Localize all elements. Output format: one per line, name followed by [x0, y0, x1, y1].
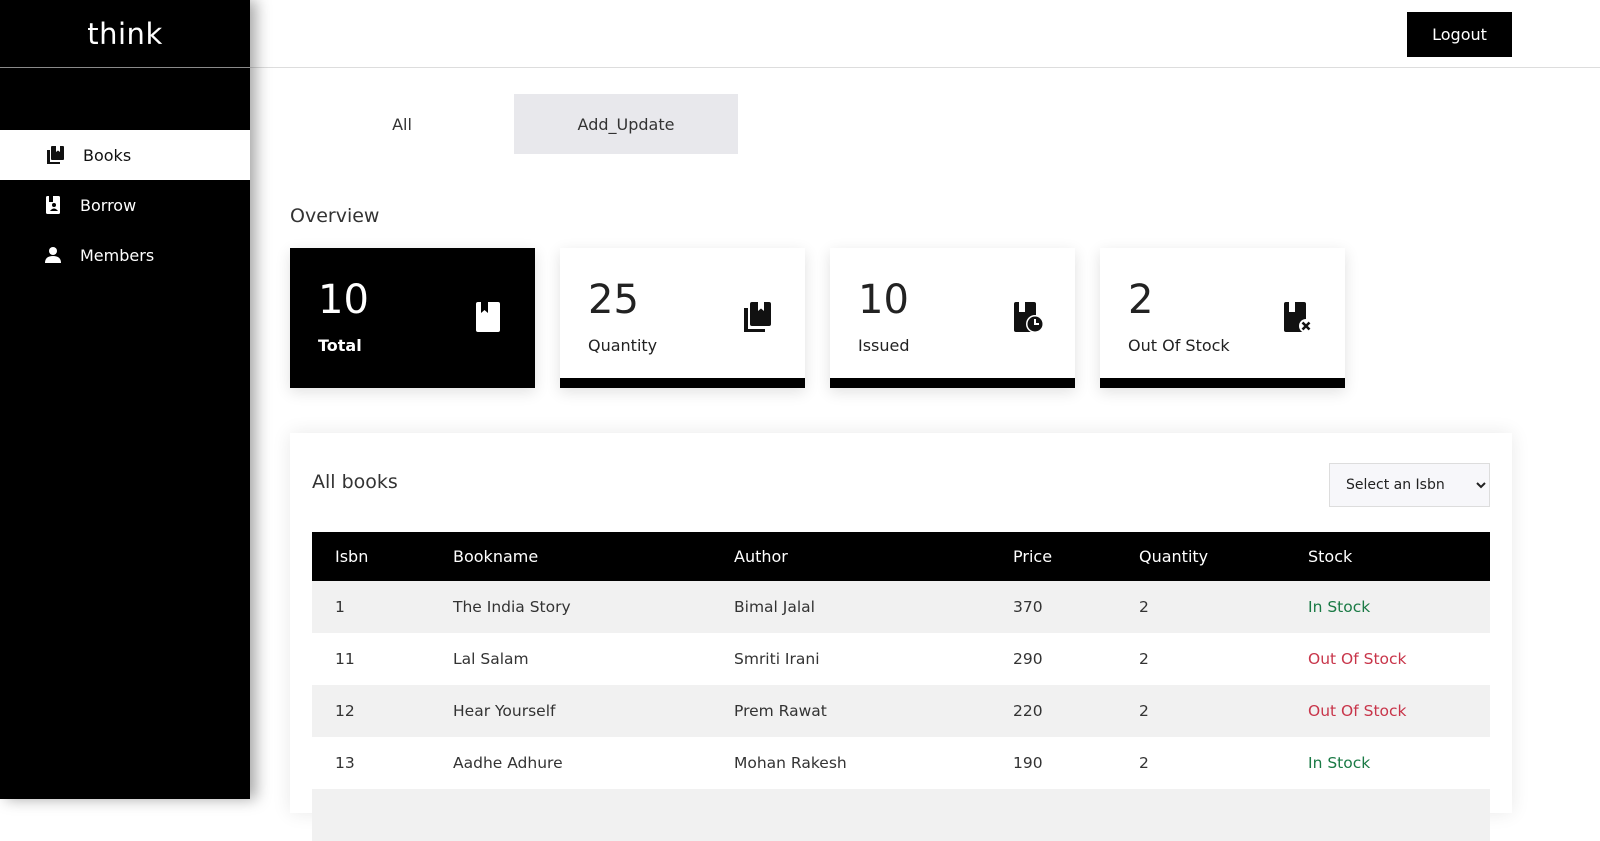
stat-card-issued: 10 Issued: [830, 248, 1075, 388]
sidebar-item-books[interactable]: Books: [0, 130, 250, 180]
table-row: 11 Lal Salam Smriti Irani 290 2 Out Of S…: [312, 633, 1490, 685]
column-header-price: Price: [1013, 547, 1053, 566]
table-row: 12 Hear Yourself Prem Rawat 220 2 Out Of…: [312, 685, 1490, 737]
column-header-stock: Stock: [1308, 547, 1353, 566]
cell-stock: Out Of Stock: [1308, 650, 1407, 668]
books-title: All books: [312, 471, 398, 493]
sidebar-item-label: Members: [80, 245, 155, 265]
sidebar: think Books Borrow Members: [0, 0, 250, 799]
stat-label: Out Of Stock: [1128, 336, 1230, 355]
tab-add-update[interactable]: Add_Update: [514, 94, 738, 154]
stat-card-total: 10 Total: [290, 248, 535, 388]
table-header-row: Isbn Bookname Author Price Quantity Stoc…: [312, 532, 1490, 581]
stat-card-out-of-stock: 2 Out Of Stock: [1100, 248, 1345, 388]
books-panel: All books Select an Isbn Isbn Bookname A…: [290, 433, 1512, 841]
cell-bookname: Hear Yourself: [453, 702, 556, 720]
cell-bookname: The India Story: [453, 598, 571, 616]
table-row: 13 Aadhe Adhure Mohan Rakesh 190 2 In St…: [312, 737, 1490, 789]
cell-bookname: Lal Salam: [453, 650, 529, 668]
book-x-icon: [1281, 300, 1315, 334]
cell-author: Mohan Rakesh: [734, 754, 847, 772]
cell-price: 220: [1013, 702, 1043, 720]
stat-label: Issued: [858, 336, 910, 355]
column-header-quantity: Quantity: [1139, 547, 1209, 566]
cell-author: Prem Rawat: [734, 702, 827, 720]
cell-price: 190: [1013, 754, 1043, 772]
cell-isbn: 13: [335, 754, 355, 772]
cell-price: 290: [1013, 650, 1043, 668]
stat-label: Total: [318, 336, 362, 355]
logout-button[interactable]: Logout: [1407, 12, 1512, 57]
book-icon: [471, 300, 505, 334]
table-row: [312, 789, 1490, 841]
column-header-isbn: Isbn: [335, 547, 369, 566]
sidebar-item-label: Borrow: [80, 195, 137, 215]
stat-value: 2: [1128, 277, 1154, 323]
books-icon: [45, 144, 67, 166]
books-table: Isbn Bookname Author Price Quantity Stoc…: [312, 532, 1490, 841]
cell-quantity: 2: [1139, 650, 1149, 668]
sidebar-item-members[interactable]: Members: [0, 230, 250, 280]
cell-author: Bimal Jalal: [734, 598, 815, 616]
cell-bookname: Aadhe Adhure: [453, 754, 563, 772]
stat-card-quantity: 25 Quantity: [560, 248, 805, 388]
books-stack-icon: [741, 300, 775, 334]
cell-quantity: 2: [1139, 598, 1149, 616]
column-header-bookname: Bookname: [453, 547, 539, 566]
stat-value: 10: [858, 277, 909, 323]
cell-quantity: 2: [1139, 702, 1149, 720]
overview-title: Overview: [290, 205, 380, 227]
cell-stock: Out Of Stock: [1308, 702, 1407, 720]
stat-value: 25: [588, 277, 639, 323]
top-bar: [250, 0, 1600, 68]
cell-isbn: 12: [335, 702, 355, 720]
cell-price: 370: [1013, 598, 1043, 616]
cell-stock: In Stock: [1308, 754, 1371, 772]
stat-label: Quantity: [588, 336, 658, 355]
cell-isbn: 11: [335, 650, 355, 668]
book-clock-icon: [1011, 300, 1045, 334]
person-icon: [42, 244, 64, 266]
table-row: 1 The India Story Bimal Jalal 370 2 In S…: [312, 581, 1490, 633]
stat-value: 10: [318, 277, 369, 323]
sidebar-item-borrow[interactable]: Borrow: [0, 180, 250, 230]
cell-isbn: 1: [335, 598, 345, 616]
cell-author: Smriti Irani: [734, 650, 820, 668]
brand-logo: think: [0, 0, 250, 68]
isbn-select[interactable]: Select an Isbn: [1329, 463, 1490, 507]
column-header-author: Author: [734, 547, 788, 566]
tab-all[interactable]: All: [290, 94, 514, 154]
borrow-icon: [42, 194, 64, 216]
cell-stock: In Stock: [1308, 598, 1371, 616]
cell-quantity: 2: [1139, 754, 1149, 772]
sidebar-item-label: Books: [83, 145, 132, 165]
